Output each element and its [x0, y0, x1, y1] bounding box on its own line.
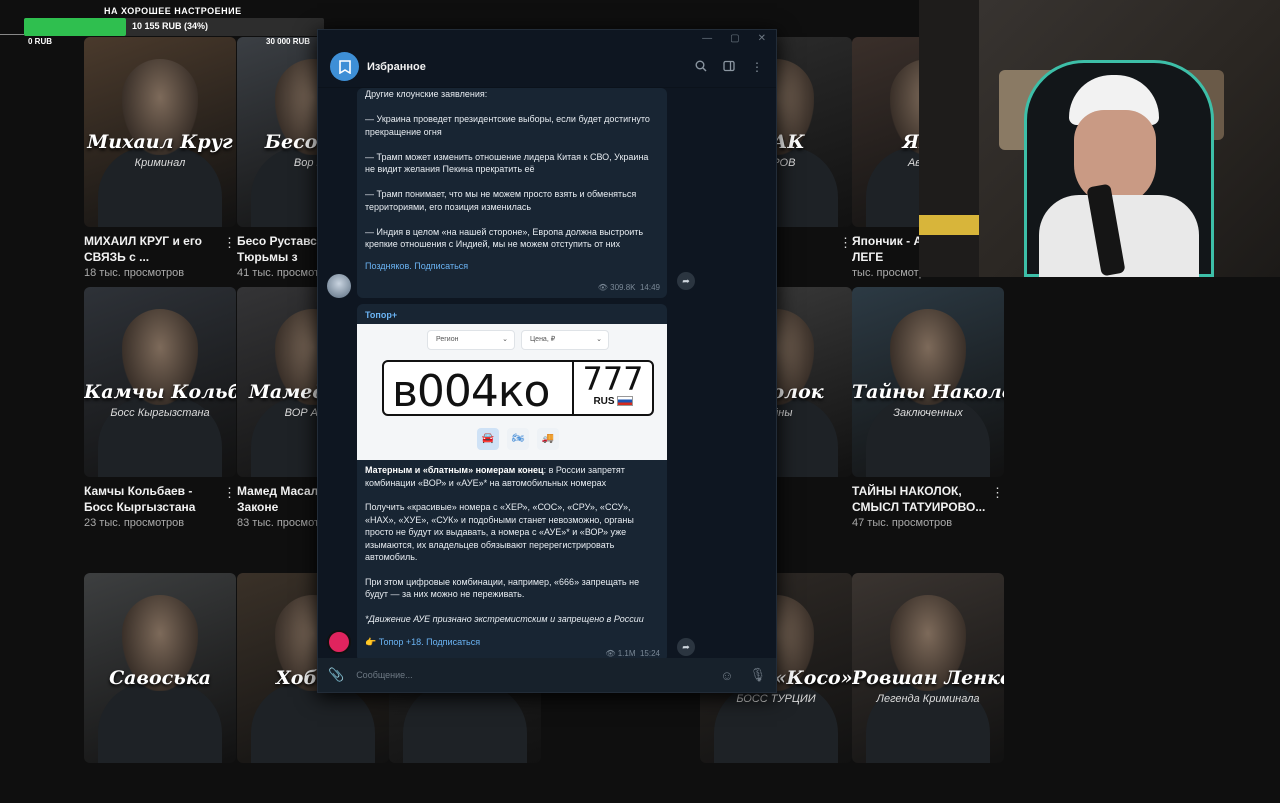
- thumbnail-subtitle: Заключенных: [893, 407, 963, 419]
- video-views: 18 тыс. просмотров: [84, 267, 185, 279]
- plate-number: в004ко: [392, 366, 550, 417]
- thumbnail-figure: [251, 683, 375, 763]
- emoji-icon[interactable]: ☺: [720, 668, 733, 683]
- saved-messages-icon: [330, 52, 359, 81]
- eye-icon: 👁: [605, 649, 616, 658]
- thumbnail-title: Камчы Кольбаева: [84, 381, 236, 403]
- video-title[interactable]: [852, 769, 1004, 801]
- region-filter: Регион ⌄: [427, 330, 515, 350]
- more-menu-icon[interactable]: ⋮: [839, 235, 852, 251]
- video-title[interactable]: [700, 769, 852, 801]
- message-paragraph: При этом цифровые комбинации, например, …: [365, 576, 640, 600]
- forward-icon[interactable]: ➦: [677, 638, 695, 656]
- video-card[interactable]: Камчы КольбаеваБосс КыргызстанаКамчы Кол…: [84, 287, 236, 529]
- sender-avatar[interactable]: [327, 274, 351, 298]
- russian-flag-icon: [616, 396, 633, 407]
- thumbnail-title: Ровшан Ленкоранский: [852, 667, 1004, 689]
- message-paragraph: Матерным и «блатным» номерам конец: в Ро…: [365, 465, 625, 488]
- message-time: 15:24: [639, 649, 660, 658]
- thumbnail-figure: [98, 683, 222, 763]
- truck-icon: 🚚: [537, 428, 559, 450]
- thumbnail-title: Михаил Круг: [87, 131, 233, 153]
- thumbnail-figure: [403, 683, 527, 763]
- sidebar-toggle-icon[interactable]: [722, 60, 736, 74]
- video-views: 47 тыс. просмотров: [852, 517, 953, 529]
- more-menu-icon[interactable]: ⋮: [991, 485, 1004, 501]
- close-icon[interactable]: ✕: [758, 33, 766, 44]
- message-paragraph: Получить «красивые» номера с «ХЕР», «СОС…: [365, 502, 634, 562]
- telegram-window: — ▢ ✕ Избранное ⋮ Другие клоунские заявл…: [317, 29, 777, 693]
- donation-max: 30 000 RUB: [266, 37, 311, 46]
- video-thumbnail[interactable]: Михаил Круг Криминал: [84, 37, 236, 227]
- minimize-icon[interactable]: —: [702, 33, 712, 44]
- attach-icon[interactable]: 📎: [328, 667, 344, 683]
- video-card[interactable]: Тайны Наколок Заключенных ТАЙНЫ НАКОЛОК, С…: [852, 287, 1004, 529]
- message-meta: 👁 309.8K 14:49: [598, 283, 660, 292]
- webcam-feed: [919, 0, 1280, 277]
- message-time: 14:49: [639, 283, 660, 292]
- message-input-bar: 📎 Сообщение... ☺ 🎙: [318, 658, 776, 692]
- more-menu-icon[interactable]: ⋮: [223, 485, 236, 501]
- view-count: 309.8K: [610, 283, 636, 292]
- thumbnail-subtitle: Криминал: [134, 157, 186, 169]
- video-title[interactable]: [389, 769, 541, 801]
- video-title[interactable]: [237, 769, 389, 801]
- thumbnail-title: Савоська: [109, 667, 211, 689]
- message-bubble[interactable]: Топор+ Регион ⌄ Цена, ₽ ⌄ в004ко 777 RUS…: [357, 304, 667, 662]
- message-bubble[interactable]: Другие клоунские заявления: — Украина пр…: [357, 88, 667, 298]
- price-filter: Цена, ₽ ⌄: [521, 330, 609, 350]
- message-input[interactable]: Сообщение...: [356, 670, 720, 680]
- plate-region: 777 RUS: [572, 362, 652, 414]
- video-thumbnail[interactable]: Ровшан Ленкоранский Легенда Криминала: [852, 573, 1004, 763]
- video-views: 23 тыс. просмотров: [84, 517, 185, 529]
- thumbnail-title: Тайны Наколок: [852, 381, 1004, 403]
- eye-icon: 👁: [597, 283, 608, 292]
- subscribe-link[interactable]: 👉 Топор +18. Подписаться: [357, 637, 667, 648]
- plate-region-code: 777: [582, 360, 644, 398]
- view-count: 1.1M: [617, 649, 636, 658]
- license-plate-image[interactable]: Регион ⌄ Цена, ₽ ⌄ в004ко 777 RUS 🚘 🏍 🚚: [357, 324, 667, 460]
- video-title[interactable]: [84, 769, 236, 801]
- video-card[interactable]: Ровшан Ленкоранский Легенда Криминала: [852, 573, 1004, 803]
- donation-progress-bar: 10 155 RUB (34%): [24, 18, 324, 36]
- donation-header: НА ХОРОШЕЕ НАСТРОЕНИЕ: [104, 6, 242, 16]
- sender-avatar[interactable]: [327, 630, 351, 654]
- subscribe-link[interactable]: Поздняков. Подписаться: [357, 261, 667, 271]
- window-controls: — ▢ ✕: [318, 30, 776, 46]
- donation-min: 0 RUB: [28, 37, 53, 46]
- thumbnail-subtitle: Легенда Криминала: [876, 693, 980, 705]
- video-title[interactable]: МИХАИЛ КРУГ и его СВЯЗЬ с ...: [84, 233, 236, 265]
- chat-title[interactable]: Избранное: [367, 61, 680, 73]
- thumbnail-subtitle: Босс Кыргызстана: [110, 407, 210, 419]
- more-menu-icon[interactable]: ⋮: [223, 235, 236, 251]
- video-card[interactable]: Михаил Круг Криминал МИХАИЛ КРУГ и его СВЯ…: [84, 37, 236, 279]
- video-title[interactable]: Камчы Кольбаев - Босс Кыргызстана: [84, 483, 236, 515]
- car-icon: 🚘: [477, 428, 499, 450]
- sender-name[interactable]: Топор+: [357, 304, 667, 324]
- video-title[interactable]: ТАЙНЫ НАКОЛОК, СМЫСЛ ТАТУИРОВО...: [852, 483, 1004, 515]
- video-thumbnail[interactable]: Камчы Кольбаева Босс Кыргызстана: [84, 287, 236, 477]
- message-footnote: *Движение АУЕ признано экстремистским и …: [365, 613, 644, 624]
- donation-progress-fill: [24, 18, 126, 36]
- maximize-icon[interactable]: ▢: [730, 33, 739, 44]
- license-plate: в004ко 777 RUS: [382, 360, 654, 417]
- thumbnail-subtitle: БОСС ТУРЦИИ: [736, 693, 816, 705]
- donation-amount: 10 155 RUB (34%): [132, 21, 209, 31]
- video-thumbnail[interactable]: Савоська: [84, 573, 236, 763]
- forward-icon[interactable]: ➦: [677, 272, 695, 290]
- motorcycle-icon: 🏍: [507, 428, 529, 450]
- search-icon[interactable]: [694, 60, 708, 74]
- message-meta: 👁 1.1M 15:24: [605, 649, 660, 658]
- video-thumbnail[interactable]: Тайны Наколок Заключенных: [852, 287, 1004, 477]
- plate-country: RUS: [593, 396, 615, 407]
- microphone-icon[interactable]: 🎙: [749, 667, 766, 683]
- video-card[interactable]: Савоська: [84, 573, 236, 803]
- chat-header: Избранное ⋮: [318, 46, 776, 88]
- more-menu-icon[interactable]: ⋮: [750, 60, 764, 74]
- message-text: Другие клоунские заявления: — Украина пр…: [365, 89, 650, 249]
